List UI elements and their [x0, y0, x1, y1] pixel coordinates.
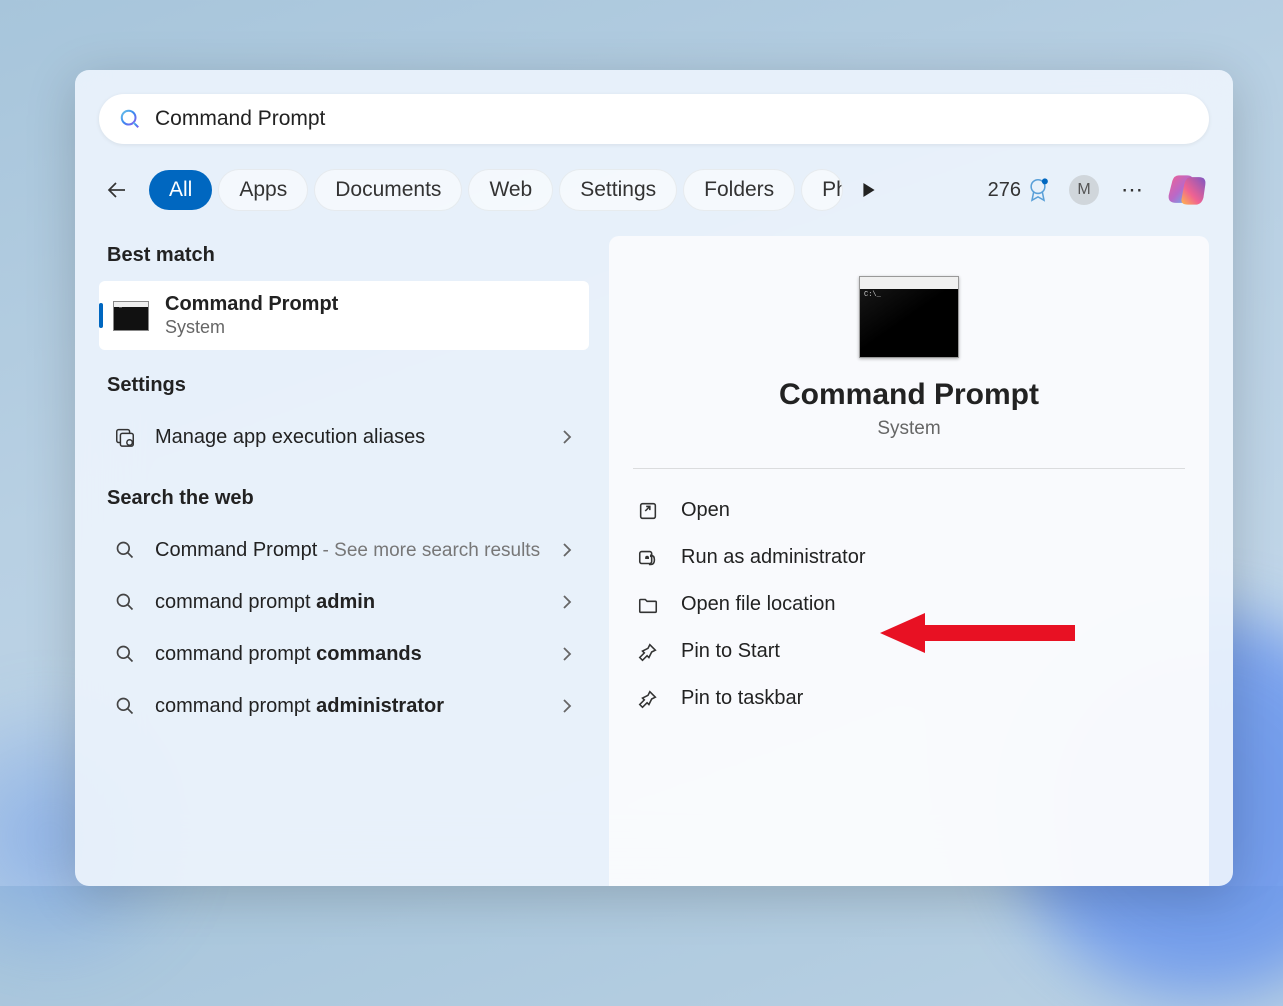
- chevron-right-icon: [559, 594, 575, 610]
- cmd-icon: [113, 301, 149, 331]
- search-input[interactable]: [155, 107, 1189, 131]
- preview-panel: C:\_ Command Prompt System Open Run as a…: [609, 236, 1209, 886]
- pin-icon: [637, 641, 659, 663]
- action-pin-taskbar[interactable]: Pin to taskbar: [633, 675, 1185, 722]
- chevron-right-icon: [559, 429, 575, 445]
- action-label: Pin to Start: [681, 640, 780, 663]
- admin-icon: [637, 547, 659, 569]
- badge-icon: [1027, 178, 1049, 202]
- tabs-row: All Apps Documents Web Settings Folders …: [99, 168, 1209, 212]
- web-item-label: Command Prompt - See more search results: [155, 539, 559, 562]
- chevron-right-icon: [559, 542, 575, 558]
- action-run-admin[interactable]: Run as administrator: [633, 534, 1185, 581]
- app-settings-icon: [113, 425, 137, 449]
- web-item-administrator[interactable]: command prompt administrator: [99, 680, 589, 732]
- points-value: 276: [988, 179, 1021, 202]
- results-column: Best match Command Prompt System Setting…: [99, 236, 589, 886]
- search-bar[interactable]: [99, 94, 1209, 144]
- settings-item-aliases[interactable]: Manage app execution aliases: [99, 411, 589, 463]
- search-icon: [113, 694, 137, 718]
- folder-icon: [637, 594, 659, 616]
- tab-settings[interactable]: Settings: [559, 169, 677, 211]
- action-pin-start[interactable]: Pin to Start: [633, 628, 1185, 675]
- action-label: Open file location: [681, 593, 836, 616]
- preview-subtitle: System: [633, 418, 1185, 440]
- web-item-label: command prompt admin: [155, 591, 559, 614]
- web-item-admin[interactable]: command prompt admin: [99, 576, 589, 628]
- tab-folders[interactable]: Folders: [683, 169, 795, 211]
- result-title: Command Prompt: [165, 293, 575, 316]
- more-button[interactable]: ⋯: [1119, 177, 1145, 203]
- best-match-heading: Best match: [99, 236, 589, 281]
- search-icon: [119, 108, 141, 130]
- tab-web[interactable]: Web: [468, 169, 553, 211]
- search-icon: [113, 642, 137, 666]
- search-icon: [113, 590, 137, 614]
- action-label: Pin to taskbar: [681, 687, 803, 710]
- settings-item-label: Manage app execution aliases: [155, 426, 559, 449]
- tabs-scroll-right[interactable]: [853, 174, 885, 206]
- tab-documents[interactable]: Documents: [314, 169, 462, 211]
- chevron-right-icon: [559, 646, 575, 662]
- cmd-icon-large: C:\_: [859, 276, 959, 358]
- chevron-right-icon: [559, 698, 575, 714]
- search-icon: [113, 538, 137, 562]
- divider: [633, 468, 1185, 469]
- best-match-result[interactable]: Command Prompt System: [99, 281, 589, 350]
- web-heading: Search the web: [99, 479, 589, 524]
- back-button[interactable]: [99, 172, 135, 208]
- tab-apps[interactable]: Apps: [218, 169, 308, 211]
- action-label: Open: [681, 499, 730, 522]
- points-indicator[interactable]: 276: [988, 178, 1049, 202]
- action-label: Run as administrator: [681, 546, 866, 569]
- web-item-label: command prompt administrator: [155, 695, 559, 718]
- action-open-location[interactable]: Open file location: [633, 581, 1185, 628]
- web-item-commands[interactable]: command prompt commands: [99, 628, 589, 680]
- action-open[interactable]: Open: [633, 487, 1185, 534]
- tab-photos[interactable]: Ph: [801, 169, 843, 211]
- web-item-see-more[interactable]: Command Prompt - See more search results: [99, 524, 589, 576]
- arrow-left-icon: [105, 178, 129, 202]
- preview-title: Command Prompt: [633, 378, 1185, 412]
- pin-icon: [637, 688, 659, 710]
- open-icon: [637, 500, 659, 522]
- web-item-label: command prompt commands: [155, 643, 559, 666]
- copilot-icon[interactable]: [1165, 168, 1209, 212]
- play-icon: [862, 183, 876, 197]
- settings-heading: Settings: [99, 366, 589, 411]
- result-subtitle: System: [165, 317, 575, 338]
- search-window: All Apps Documents Web Settings Folders …: [75, 70, 1233, 886]
- tab-all[interactable]: All: [149, 170, 212, 210]
- avatar[interactable]: M: [1069, 175, 1099, 205]
